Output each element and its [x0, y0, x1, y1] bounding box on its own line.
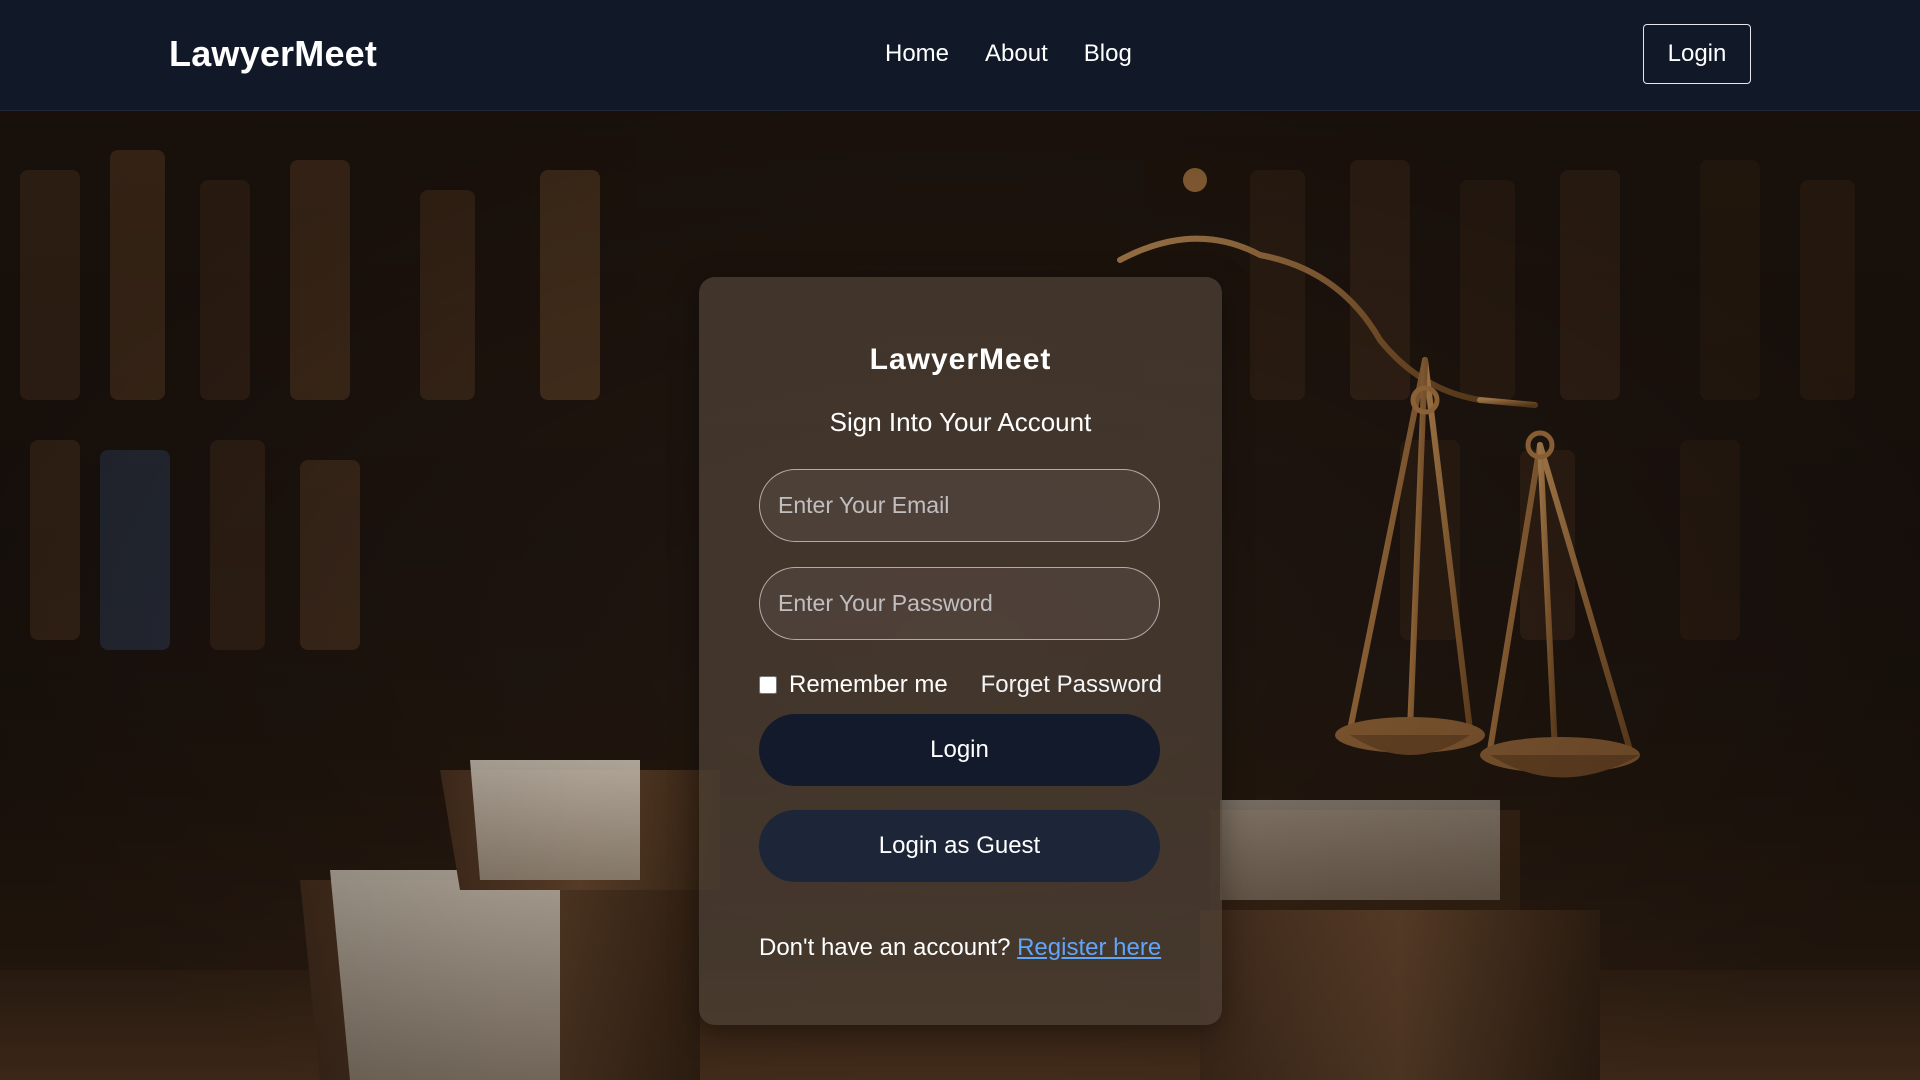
top-navbar: LawyerMeet Home About Blog Login	[0, 0, 1920, 111]
login-as-guest-button[interactable]: Login as Guest	[759, 810, 1160, 882]
remember-me[interactable]: Remember me	[759, 671, 948, 699]
nav-login-button[interactable]: Login	[1643, 24, 1751, 84]
nav-link-blog[interactable]: Blog	[1084, 40, 1132, 68]
remember-me-checkbox[interactable]	[759, 676, 777, 694]
card-title: LawyerMeet	[869, 343, 1052, 376]
register-prompt-line: Don't have an account? Register here	[759, 934, 1161, 962]
nav-link-about[interactable]: About	[985, 40, 1048, 68]
password-input[interactable]	[759, 567, 1160, 640]
register-link[interactable]: Register here	[1017, 934, 1161, 961]
forget-password-link[interactable]: Forget Password	[981, 671, 1162, 699]
brand-logo[interactable]: LawyerMeet	[169, 33, 377, 75]
nav-links: Home About Blog	[885, 40, 1132, 68]
login-button[interactable]: Login	[759, 714, 1160, 786]
card-subtitle: Sign Into Your Account	[829, 407, 1092, 437]
nav-link-home[interactable]: Home	[885, 40, 949, 68]
register-prompt: Don't have an account?	[759, 934, 1018, 961]
remember-me-label: Remember me	[789, 671, 948, 698]
email-input[interactable]	[759, 469, 1160, 542]
login-card: LawyerMeet Sign Into Your Account Rememb…	[699, 277, 1222, 1025]
